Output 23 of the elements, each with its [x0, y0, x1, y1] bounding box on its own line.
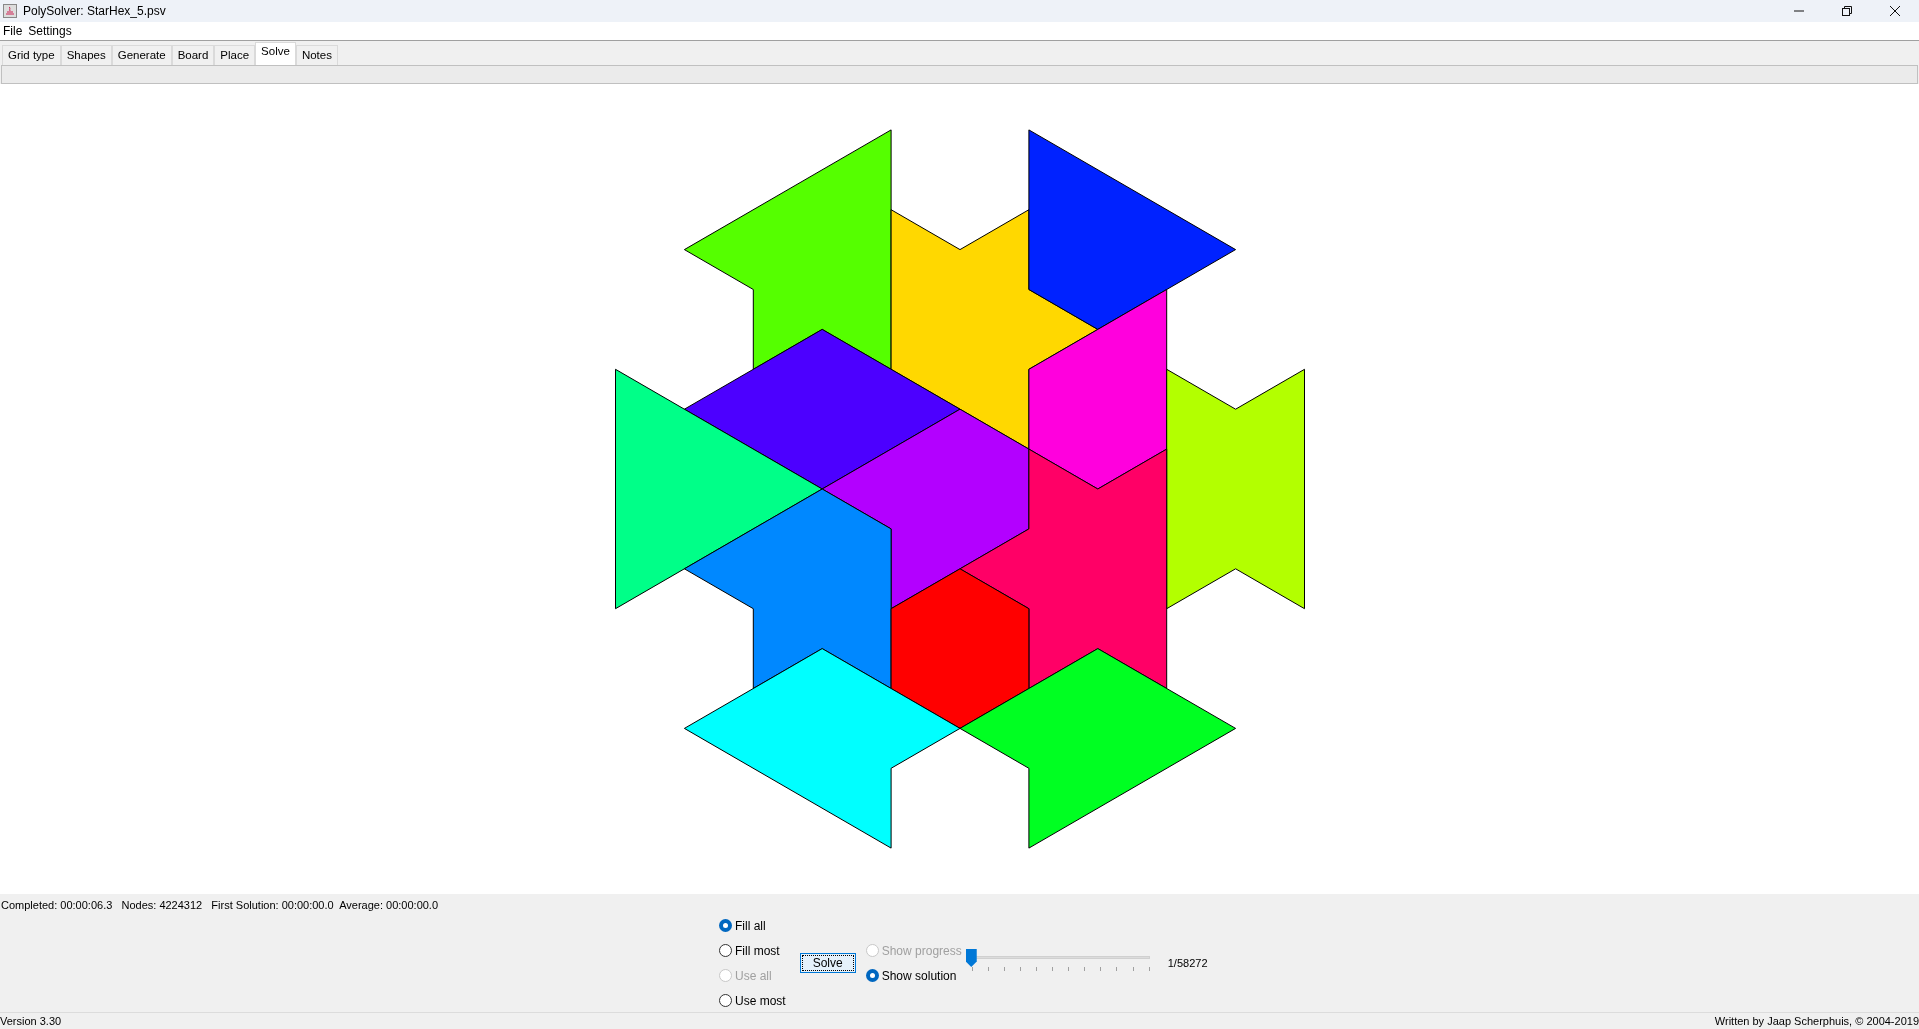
- status-text: Completed: 00:00:06.3 Nodes: 4224312 First Solution: 00:00:00.0 Average: 00:00:00.0: [0, 898, 440, 913]
- tab[interactable]: Solve: [255, 42, 296, 65]
- restore-icon[interactable]: [1841, 5, 1853, 17]
- tab[interactable]: Shapes: [60, 45, 112, 65]
- tab[interactable]: Place: [214, 45, 256, 65]
- solve-button[interactable]: Solve: [799, 953, 856, 973]
- radio-option[interactable]: Fill most: [719, 941, 786, 960]
- menu-item[interactable]: File: [0, 22, 26, 40]
- tab[interactable]: Generate: [111, 45, 172, 65]
- slider-thumb[interactable]: [965, 949, 977, 967]
- window-title: PolySolver: StarHex_5.psv: [23, 3, 166, 20]
- app-icon: [3, 4, 17, 18]
- radio-option[interactable]: Show solution: [865, 966, 962, 985]
- close-icon[interactable]: [1889, 5, 1901, 17]
- tab[interactable]: Board: [171, 45, 215, 65]
- tab[interactable]: Notes: [295, 45, 338, 65]
- radio-option[interactable]: Use most: [719, 991, 786, 1010]
- radio-option[interactable]: Fill all: [719, 916, 786, 935]
- solution-counter: 1/58272: [1167, 955, 1208, 971]
- credit-text: Written by Jaap Scherphuis, © 2004-2019: [1714, 1013, 1919, 1029]
- version-text: Version 3.30: [0, 1013, 62, 1029]
- tab[interactable]: Grid type: [2, 45, 61, 65]
- menu-item[interactable]: Settings: [25, 22, 75, 40]
